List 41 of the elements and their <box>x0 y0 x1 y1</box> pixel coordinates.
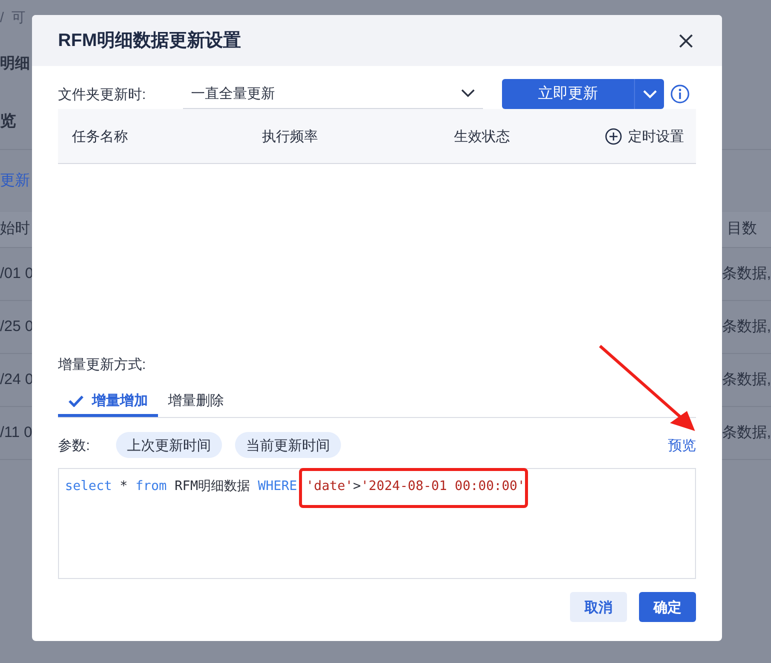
code-token: '2024-08-01 00:00:00' <box>360 478 526 496</box>
close-icon <box>678 32 694 48</box>
page-heading: 明细 <box>0 54 30 74</box>
code-token: WHERE <box>258 478 298 496</box>
params-label: 参数: <box>58 436 91 454</box>
sql-editor[interactable]: select * from RFM明细数据 WHERE 'date'>'2024-08-01 00:00:00' <box>58 468 696 579</box>
column-header: 执行频率 <box>262 126 319 146</box>
parameter-chip[interactable]: 当前更新时间 <box>235 432 341 458</box>
code-token: RFM明细数据 <box>174 478 252 496</box>
column-header: 生效状态 <box>454 126 510 146</box>
confirm-button[interactable]: 确定 <box>639 592 696 622</box>
code-token: 'date' <box>306 478 354 496</box>
parameter-chip[interactable]: 上次更新时间 <box>116 432 222 458</box>
check-icon <box>68 394 84 406</box>
update-now-button[interactable]: 立即更新 <box>502 79 634 109</box>
code-token: select <box>65 478 112 496</box>
plus-circle-icon <box>605 128 622 144</box>
code-token: * <box>118 478 129 496</box>
dialog-title: RFM明细数据更新设置 <box>58 29 241 52</box>
code-token: from <box>135 478 167 496</box>
table-cell-text: 条数据, <box>722 370 771 390</box>
column-header: 任务名称 <box>72 126 129 146</box>
table-cell-text: 条数据, <box>722 422 771 443</box>
field-label: 文件夹更新时: <box>58 84 147 104</box>
table-cell-text: 条数据, <box>722 264 771 284</box>
breadcrumb: / 可 <box>0 8 26 27</box>
code-token: > <box>353 478 361 496</box>
chevron-down-icon <box>642 90 656 98</box>
table-cell-text: /11 0 <box>0 422 32 443</box>
info-icon[interactable] <box>670 84 690 104</box>
chevron-down-icon <box>461 89 475 98</box>
preview-link[interactable]: 预览 <box>668 434 696 456</box>
cancel-button[interactable]: 取消 <box>570 592 627 622</box>
table-cell-text: 条数据, <box>722 316 771 337</box>
tab[interactable]: 增量删除 <box>158 387 234 417</box>
column-header: 目数 <box>727 219 758 240</box>
section-title: 览 <box>0 112 16 132</box>
schedule-button[interactable]: 定时设置 <box>605 126 684 146</box>
tab[interactable]: 增量增加 <box>58 387 158 417</box>
section-label: 增量更新方式: <box>58 355 147 374</box>
column-header: 始时 <box>0 219 30 240</box>
